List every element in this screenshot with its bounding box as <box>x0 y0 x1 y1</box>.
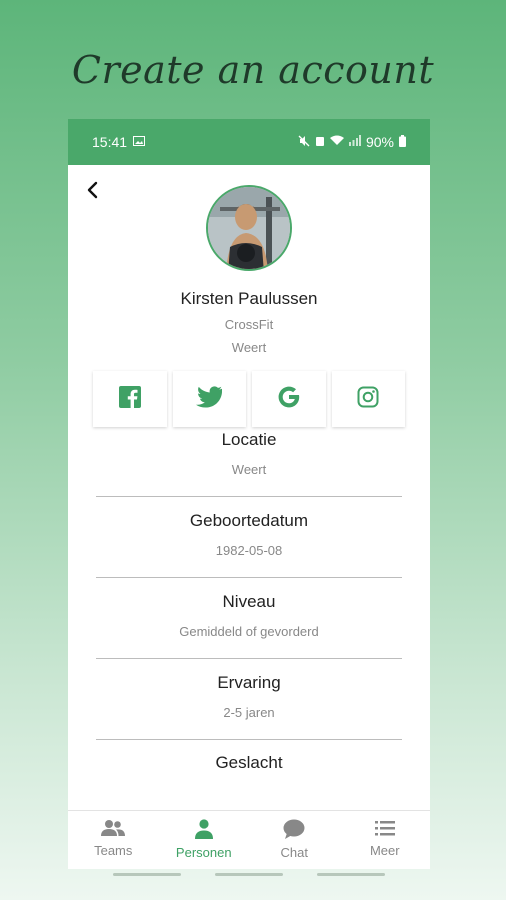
tab-meer[interactable]: Meer <box>340 811 431 869</box>
facebook-button[interactable] <box>93 371 167 427</box>
alarm-icon <box>315 135 325 150</box>
chat-icon <box>283 819 305 845</box>
section-value: Weert <box>231 462 267 477</box>
twitter-button[interactable] <box>172 371 246 427</box>
section-title: Geboortedatum <box>189 511 309 530</box>
section-geboortedatum: Geboortedatum 1982-05-08 <box>96 511 402 558</box>
facebook-icon <box>118 385 141 413</box>
google-icon <box>278 386 300 413</box>
social-buttons <box>93 371 405 427</box>
headline: Create an account <box>71 48 435 92</box>
profile-city: Weert <box>231 340 267 355</box>
back-arrow-icon[interactable] <box>86 181 106 201</box>
tab-label: Chat <box>280 845 308 860</box>
bottom-tab-bar: Teams Personen Chat Meer <box>68 810 430 869</box>
wifi-icon <box>329 135 344 149</box>
section-geslacht: Geslacht <box>96 753 402 785</box>
google-button[interactable] <box>252 371 326 427</box>
section-title: Niveau <box>222 592 276 611</box>
section-title: Geslacht <box>215 753 283 772</box>
section-ervaring: Ervaring 2-5 jaren <box>96 673 402 720</box>
tab-label: Meer <box>369 843 400 858</box>
section-locatie: Locatie Weert <box>96 430 402 477</box>
tab-personen[interactable]: Personen <box>159 811 250 869</box>
mute-icon <box>298 135 310 150</box>
tab-chat[interactable]: Chat <box>249 811 340 869</box>
section-title: Locatie <box>221 430 277 449</box>
divider <box>96 496 402 497</box>
divider <box>96 739 402 740</box>
instagram-icon <box>357 386 379 413</box>
status-time: 15:41 <box>92 134 128 150</box>
tab-label: Personen <box>175 845 232 860</box>
people-icon <box>101 819 126 843</box>
nav-indicator <box>215 873 283 876</box>
menu-list-icon <box>374 819 395 843</box>
nav-indicator <box>317 873 385 876</box>
instagram-button[interactable] <box>331 371 405 427</box>
section-niveau: Niveau Gemiddeld of gevorderd <box>96 592 402 639</box>
nav-indicator <box>113 873 181 876</box>
profile-name: Kirsten Paulussen <box>180 289 318 308</box>
status-bar: 15:41 90% <box>68 119 430 165</box>
section-value: 2-5 jaren <box>223 705 275 720</box>
section-value: Gemiddeld of gevorderd <box>179 624 319 639</box>
divider <box>96 658 402 659</box>
phone-screen: 15:41 90% Kirsten Paulussen CrossFit Wee… <box>68 119 430 869</box>
profile-sport: CrossFit <box>224 317 274 332</box>
avatar <box>206 185 292 271</box>
image-icon <box>133 135 146 149</box>
section-value: 1982-05-08 <box>215 543 283 558</box>
divider <box>96 577 402 578</box>
signal-icon <box>348 135 361 149</box>
person-icon <box>194 819 214 845</box>
battery-percent: 90% <box>365 134 394 150</box>
section-title: Ervaring <box>217 673 281 692</box>
twitter-icon <box>196 385 223 413</box>
tab-label: Teams <box>94 843 133 858</box>
battery-icon <box>399 134 406 150</box>
tab-teams[interactable]: Teams <box>68 811 159 869</box>
